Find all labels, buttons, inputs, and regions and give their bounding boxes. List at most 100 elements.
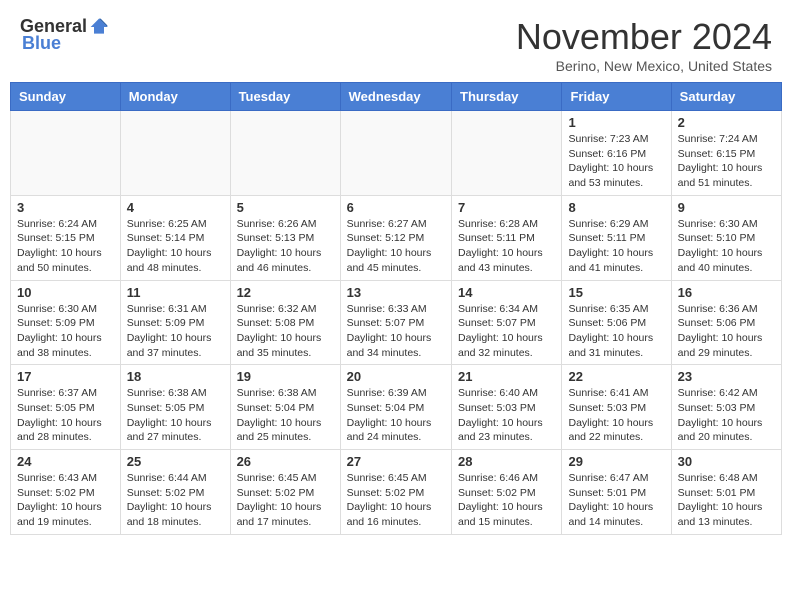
day-info: Sunrise: 6:26 AM Sunset: 5:13 PM Dayligh… <box>237 217 334 276</box>
day-info: Sunrise: 7:23 AM Sunset: 6:16 PM Dayligh… <box>568 132 664 191</box>
day-number: 28 <box>458 454 555 469</box>
day-info: Sunrise: 6:39 AM Sunset: 5:04 PM Dayligh… <box>347 386 445 445</box>
calendar-cell: 20 Sunrise: 6:39 AM Sunset: 5:04 PM Dayli… <box>340 365 451 450</box>
day-number: 9 <box>678 200 775 215</box>
day-number: 27 <box>347 454 445 469</box>
calendar-cell <box>340 111 451 196</box>
calendar-cell: 5 Sunrise: 6:26 AM Sunset: 5:13 PM Daylig… <box>230 195 340 280</box>
day-number: 4 <box>127 200 224 215</box>
logo-blue: Blue <box>22 33 61 54</box>
calendar-cell: 13 Sunrise: 6:33 AM Sunset: 5:07 PM Dayli… <box>340 280 451 365</box>
day-number: 25 <box>127 454 224 469</box>
day-number: 21 <box>458 369 555 384</box>
day-number: 23 <box>678 369 775 384</box>
calendar-header-row: SundayMondayTuesdayWednesdayThursdayFrid… <box>11 83 782 111</box>
calendar-cell: 28 Sunrise: 6:46 AM Sunset: 5:02 PM Dayli… <box>452 450 562 535</box>
calendar-day-header: Saturday <box>671 83 781 111</box>
calendar-week-row: 17Sunrise: 6:37 AM Sunset: 5:05 PM Dayli… <box>11 365 782 450</box>
calendar-day-header: Tuesday <box>230 83 340 111</box>
calendar-cell: 19Sunrise: 6:38 AM Sunset: 5:04 PM Dayli… <box>230 365 340 450</box>
day-info: Sunrise: 6:43 AM Sunset: 5:02 PM Dayligh… <box>17 471 114 530</box>
calendar-day-header: Sunday <box>11 83 121 111</box>
day-number: 6 <box>347 200 445 215</box>
calendar-cell: 18 Sunrise: 6:38 AM Sunset: 5:05 PM Dayli… <box>120 365 230 450</box>
day-number: 13 <box>347 285 445 300</box>
title-block: November 2024 Berino, New Mexico, United… <box>516 16 772 74</box>
day-info: Sunrise: 6:48 AM Sunset: 5:01 PM Dayligh… <box>678 471 775 530</box>
day-info: Sunrise: 6:37 AM Sunset: 5:05 PM Dayligh… <box>17 386 114 445</box>
calendar-cell: 15 Sunrise: 6:35 AM Sunset: 5:06 PM Dayli… <box>562 280 671 365</box>
calendar-cell: 26 Sunrise: 6:45 AM Sunset: 5:02 PM Dayli… <box>230 450 340 535</box>
day-info: Sunrise: 7:24 AM Sunset: 6:15 PM Dayligh… <box>678 132 775 191</box>
calendar-cell: 2 Sunrise: 7:24 AM Sunset: 6:15 PM Daylig… <box>671 111 781 196</box>
calendar-cell <box>452 111 562 196</box>
calendar-cell: 22 Sunrise: 6:41 AM Sunset: 5:03 PM Dayli… <box>562 365 671 450</box>
day-info: Sunrise: 6:40 AM Sunset: 5:03 PM Dayligh… <box>458 386 555 445</box>
day-number: 3 <box>17 200 114 215</box>
day-number: 8 <box>568 200 664 215</box>
calendar-cell: 27 Sunrise: 6:45 AM Sunset: 5:02 PM Dayli… <box>340 450 451 535</box>
logo-icon <box>89 17 109 37</box>
day-info: Sunrise: 6:41 AM Sunset: 5:03 PM Dayligh… <box>568 386 664 445</box>
day-info: Sunrise: 6:33 AM Sunset: 5:07 PM Dayligh… <box>347 302 445 361</box>
day-info: Sunrise: 6:44 AM Sunset: 5:02 PM Dayligh… <box>127 471 224 530</box>
day-number: 24 <box>17 454 114 469</box>
calendar-cell: 23 Sunrise: 6:42 AM Sunset: 5:03 PM Dayli… <box>671 365 781 450</box>
day-info: Sunrise: 6:30 AM Sunset: 5:09 PM Dayligh… <box>17 302 114 361</box>
calendar-cell: 24 Sunrise: 6:43 AM Sunset: 5:02 PM Dayli… <box>11 450 121 535</box>
calendar-cell: 8 Sunrise: 6:29 AM Sunset: 5:11 PM Daylig… <box>562 195 671 280</box>
calendar-week-row: 10Sunrise: 6:30 AM Sunset: 5:09 PM Dayli… <box>11 280 782 365</box>
calendar-cell: 12Sunrise: 6:32 AM Sunset: 5:08 PM Dayli… <box>230 280 340 365</box>
day-info: Sunrise: 6:45 AM Sunset: 5:02 PM Dayligh… <box>347 471 445 530</box>
day-number: 30 <box>678 454 775 469</box>
calendar-cell: 9 Sunrise: 6:30 AM Sunset: 5:10 PM Daylig… <box>671 195 781 280</box>
calendar-cell: 6 Sunrise: 6:27 AM Sunset: 5:12 PM Daylig… <box>340 195 451 280</box>
calendar-day-header: Friday <box>562 83 671 111</box>
day-number: 5 <box>237 200 334 215</box>
day-number: 7 <box>458 200 555 215</box>
day-number: 18 <box>127 369 224 384</box>
day-info: Sunrise: 6:38 AM Sunset: 5:05 PM Dayligh… <box>127 386 224 445</box>
day-info: Sunrise: 6:35 AM Sunset: 5:06 PM Dayligh… <box>568 302 664 361</box>
calendar-day-header: Thursday <box>452 83 562 111</box>
day-number: 15 <box>568 285 664 300</box>
page-header: General Blue November 2024 Berino, New M… <box>0 0 792 82</box>
day-number: 14 <box>458 285 555 300</box>
day-number: 22 <box>568 369 664 384</box>
day-info: Sunrise: 6:38 AM Sunset: 5:04 PM Dayligh… <box>237 386 334 445</box>
day-info: Sunrise: 6:28 AM Sunset: 5:11 PM Dayligh… <box>458 217 555 276</box>
month-title: November 2024 <box>516 16 772 58</box>
day-number: 20 <box>347 369 445 384</box>
day-info: Sunrise: 6:29 AM Sunset: 5:11 PM Dayligh… <box>568 217 664 276</box>
day-number: 2 <box>678 115 775 130</box>
calendar-cell: 14 Sunrise: 6:34 AM Sunset: 5:07 PM Dayli… <box>452 280 562 365</box>
day-info: Sunrise: 6:27 AM Sunset: 5:12 PM Dayligh… <box>347 217 445 276</box>
day-info: Sunrise: 6:32 AM Sunset: 5:08 PM Dayligh… <box>237 302 334 361</box>
day-number: 1 <box>568 115 664 130</box>
calendar-cell: 30 Sunrise: 6:48 AM Sunset: 5:01 PM Dayli… <box>671 450 781 535</box>
calendar-cell: 21 Sunrise: 6:40 AM Sunset: 5:03 PM Dayli… <box>452 365 562 450</box>
calendar-cell: 25 Sunrise: 6:44 AM Sunset: 5:02 PM Dayli… <box>120 450 230 535</box>
day-info: Sunrise: 6:24 AM Sunset: 5:15 PM Dayligh… <box>17 217 114 276</box>
calendar-cell: 17Sunrise: 6:37 AM Sunset: 5:05 PM Dayli… <box>11 365 121 450</box>
calendar-cell: 16Sunrise: 6:36 AM Sunset: 5:06 PM Dayli… <box>671 280 781 365</box>
location: Berino, New Mexico, United States <box>516 58 772 74</box>
calendar-week-row: 24 Sunrise: 6:43 AM Sunset: 5:02 PM Dayli… <box>11 450 782 535</box>
calendar-day-header: Monday <box>120 83 230 111</box>
day-info: Sunrise: 6:30 AM Sunset: 5:10 PM Dayligh… <box>678 217 775 276</box>
day-info: Sunrise: 6:47 AM Sunset: 5:01 PM Dayligh… <box>568 471 664 530</box>
day-number: 11 <box>127 285 224 300</box>
calendar-cell: 11 Sunrise: 6:31 AM Sunset: 5:09 PM Dayli… <box>120 280 230 365</box>
day-info: Sunrise: 6:46 AM Sunset: 5:02 PM Dayligh… <box>458 471 555 530</box>
day-number: 26 <box>237 454 334 469</box>
day-info: Sunrise: 6:45 AM Sunset: 5:02 PM Dayligh… <box>237 471 334 530</box>
calendar-wrapper: SundayMondayTuesdayWednesdayThursdayFrid… <box>0 82 792 553</box>
day-info: Sunrise: 6:42 AM Sunset: 5:03 PM Dayligh… <box>678 386 775 445</box>
day-info: Sunrise: 6:34 AM Sunset: 5:07 PM Dayligh… <box>458 302 555 361</box>
calendar-cell <box>230 111 340 196</box>
day-info: Sunrise: 6:25 AM Sunset: 5:14 PM Dayligh… <box>127 217 224 276</box>
calendar-week-row: 3 Sunrise: 6:24 AM Sunset: 5:15 PM Daylig… <box>11 195 782 280</box>
logo: General Blue <box>20 16 109 54</box>
day-info: Sunrise: 6:31 AM Sunset: 5:09 PM Dayligh… <box>127 302 224 361</box>
calendar-cell: 4 Sunrise: 6:25 AM Sunset: 5:14 PM Daylig… <box>120 195 230 280</box>
